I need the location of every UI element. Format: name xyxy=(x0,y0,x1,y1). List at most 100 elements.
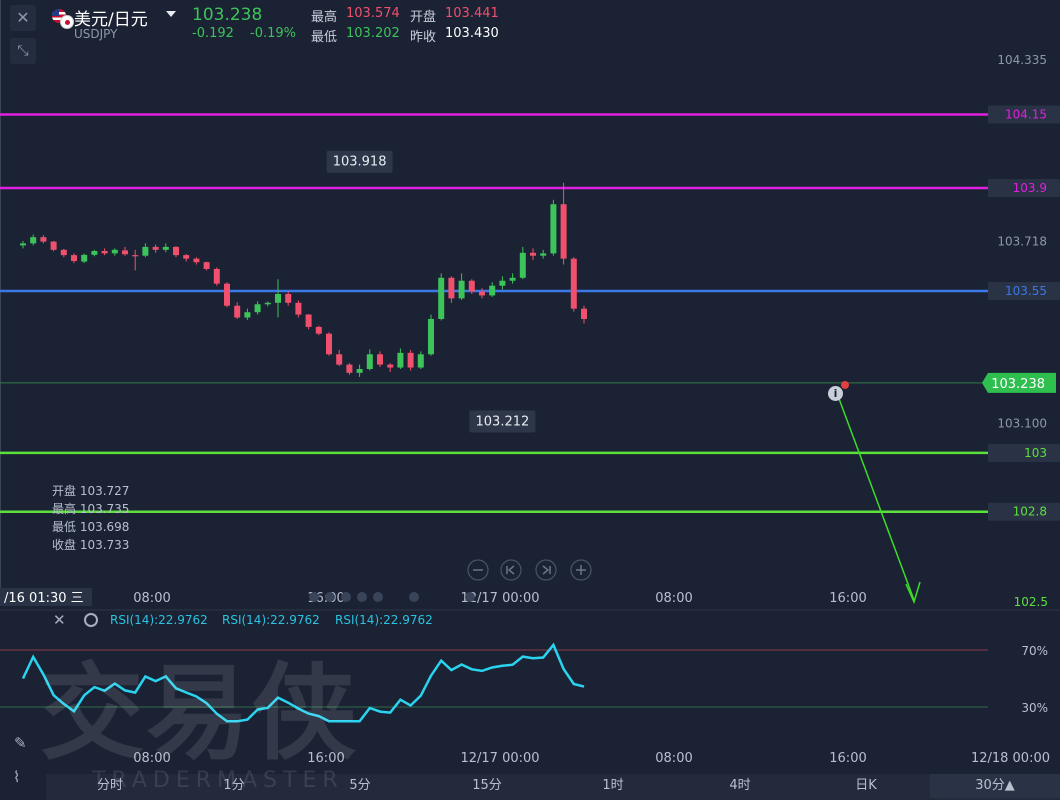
candle-body xyxy=(224,283,230,306)
indicator-settings-icon[interactable] xyxy=(84,613,98,627)
candle-body xyxy=(152,246,159,250)
candle-body xyxy=(387,364,394,368)
candle-body xyxy=(366,354,373,370)
prev-close-value: 103.430 xyxy=(445,26,499,41)
timeframe-1[interactable]: 1分 xyxy=(204,774,264,798)
candle-body xyxy=(244,312,251,318)
timeframe-7[interactable]: 30分▲ xyxy=(930,774,1060,798)
pencil-icon[interactable]: ✎ xyxy=(14,734,27,752)
candle-body xyxy=(203,262,210,269)
timeframe-6[interactable]: 日K xyxy=(836,774,896,798)
prev-close-label: 昨收 xyxy=(410,30,437,45)
price-callout-0: 103.918 xyxy=(333,155,387,170)
open-label: 开盘 xyxy=(410,10,437,25)
rsi-30-label: 30% xyxy=(1021,701,1048,715)
candle-body xyxy=(499,280,506,286)
candle-body xyxy=(71,255,77,262)
candle-body xyxy=(142,246,149,256)
candle-body xyxy=(275,293,281,303)
x-tick-label-3: 08:00 xyxy=(655,591,692,606)
candle-body xyxy=(50,241,57,250)
candle-body xyxy=(468,280,475,292)
current-price: 103.238 xyxy=(192,5,263,25)
event-marker-2 xyxy=(341,592,351,602)
crosshair-date-label: /16 01:30 三 xyxy=(4,591,84,606)
candle-body xyxy=(81,254,88,262)
alert-dot xyxy=(841,381,849,389)
candle-body xyxy=(254,304,261,313)
x-tick-label-0: 08:00 xyxy=(133,591,170,606)
candle-body xyxy=(60,249,67,256)
candle-body xyxy=(377,354,383,365)
ohlc-open: 开盘 103.727 xyxy=(52,484,130,498)
timeframe-5[interactable]: 4时 xyxy=(710,774,770,798)
candle-body xyxy=(183,255,190,259)
rsi-label-2: RSI(14):22.9762 xyxy=(222,613,320,627)
candle-body xyxy=(234,305,241,318)
scroll-end-icon xyxy=(542,565,551,575)
candle-body xyxy=(336,354,343,365)
candle-body xyxy=(479,291,485,296)
candle-body xyxy=(173,246,179,256)
level-label-3: 103 xyxy=(1024,446,1047,460)
candle-body xyxy=(346,364,353,373)
rsi-x-tick-label-2: 12/17 00:00 xyxy=(460,751,539,766)
candle-body xyxy=(458,280,465,299)
ohlc-low: 最低 103.698 xyxy=(52,520,130,534)
event-marker-4 xyxy=(373,592,383,602)
event-marker-1 xyxy=(325,592,335,602)
rsi-x-tick-label-end: 12/18 00:00 xyxy=(971,751,1050,766)
candle-body xyxy=(264,302,271,305)
rsi-x-tick-label-4: 16:00 xyxy=(829,751,866,766)
candle-body xyxy=(111,249,118,254)
candle-body xyxy=(407,352,414,368)
candle-body xyxy=(397,352,404,368)
candle-body xyxy=(581,308,587,319)
close-chart-button[interactable]: ✕ xyxy=(10,5,36,31)
level-label-1: 103.9 xyxy=(1013,181,1047,195)
level-label-0: 104.15 xyxy=(1005,107,1047,121)
symbol-code: USDJPY xyxy=(74,27,118,41)
candle-body xyxy=(162,246,169,250)
timeframe-4[interactable]: 1时 xyxy=(583,774,643,798)
scroll-start-icon xyxy=(506,565,515,575)
rsi-70-label: 70% xyxy=(1021,644,1048,658)
rsi-x-tick-label-3: 08:00 xyxy=(655,751,692,766)
candle-body xyxy=(489,285,496,296)
watermark-logo: 交易侠 xyxy=(40,652,359,774)
low-label: 最低 xyxy=(311,30,338,45)
rsi-label-3: RSI(14):22.9762 xyxy=(335,613,433,627)
candle-body xyxy=(132,255,139,257)
timeframe-0[interactable]: 分时 xyxy=(80,774,140,798)
candle-body xyxy=(305,314,312,327)
chevron-down-icon[interactable] xyxy=(166,11,176,17)
collapse-icon[interactable]: ⤡ xyxy=(10,38,36,64)
indicator-tool-icon[interactable]: ⌇ xyxy=(13,768,20,786)
chart-nav-button-1[interactable] xyxy=(500,559,522,581)
timeframe-3[interactable]: 15分 xyxy=(457,774,517,798)
candle-body xyxy=(193,258,200,263)
candle-body xyxy=(91,251,98,255)
timeframe-2[interactable]: 5分 xyxy=(330,774,390,798)
candle-body xyxy=(570,258,577,309)
candle-body xyxy=(30,237,37,244)
candle-body xyxy=(315,326,322,334)
candle-body xyxy=(417,354,424,368)
candle-body xyxy=(326,333,332,355)
price-callout-1: 103.212 xyxy=(476,414,530,429)
y-tick-label-1: 103.718 xyxy=(997,235,1047,249)
high-label: 最高 xyxy=(311,10,338,25)
axis-bottom-label: 102.5 xyxy=(1014,595,1048,609)
low-value: 103.202 xyxy=(346,26,400,41)
level-label-4: 102.8 xyxy=(1013,505,1047,519)
x-tick-label-4: 16:00 xyxy=(829,591,866,606)
chart-nav-button-2[interactable] xyxy=(535,559,557,581)
candle-body xyxy=(101,251,108,254)
info-icon[interactable]: i xyxy=(828,386,843,401)
y-tick-label-2: 103.100 xyxy=(997,416,1047,430)
close-indicator-icon[interactable]: ✕ xyxy=(53,611,66,629)
jp-flag-icon xyxy=(60,15,74,29)
level-label-2: 103.55 xyxy=(1005,284,1047,298)
candle-body xyxy=(40,237,47,242)
zoom-in-icon xyxy=(576,565,586,575)
